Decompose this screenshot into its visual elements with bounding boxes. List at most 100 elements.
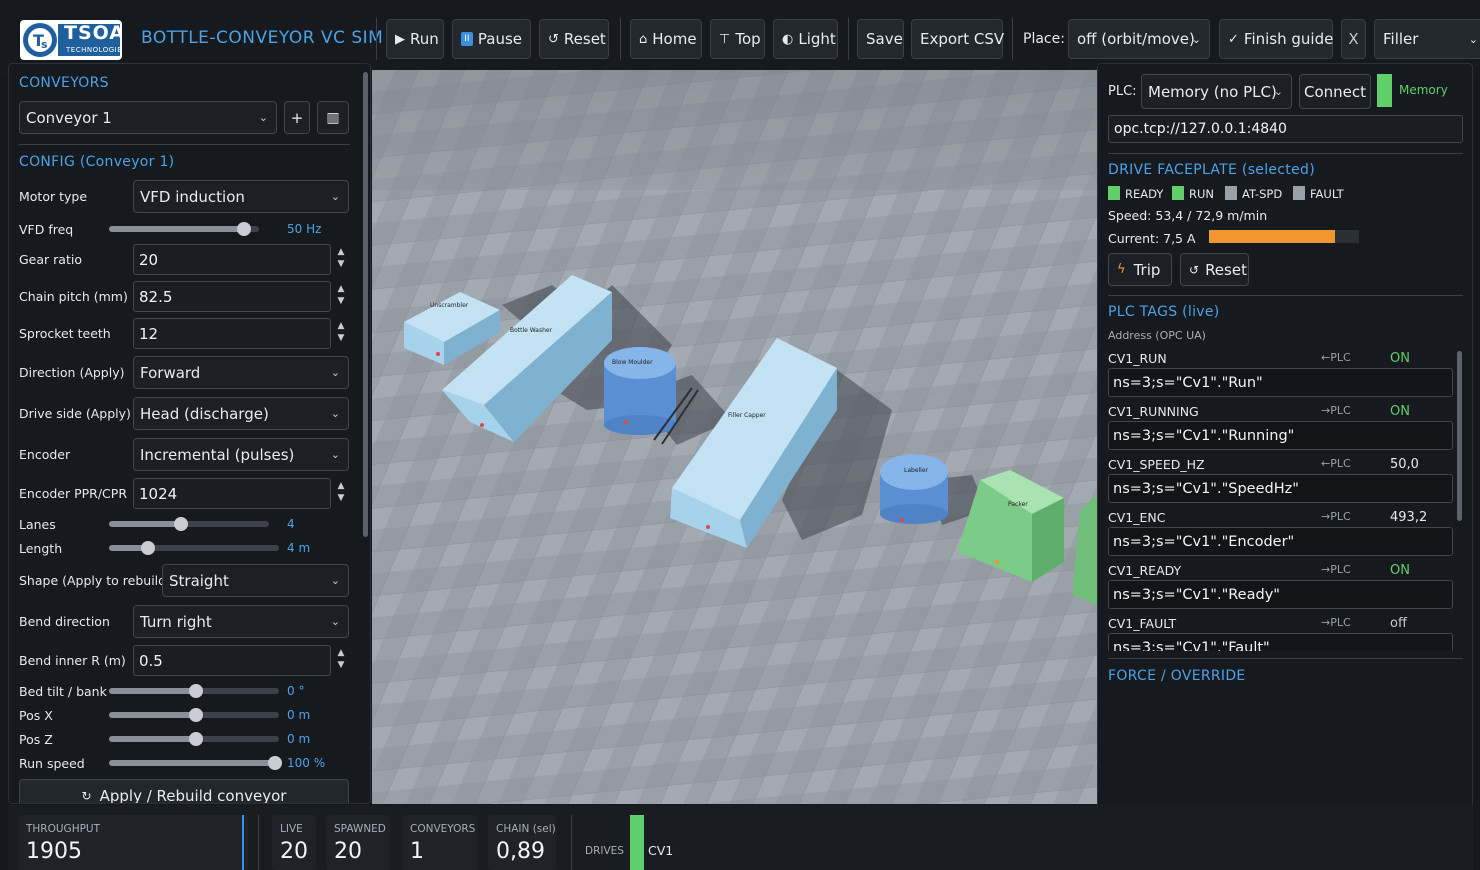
slider-handle[interactable] [268,756,282,770]
pos-x-slider[interactable] [109,708,279,722]
sprocket-teeth-input[interactable]: 12 [133,318,331,349]
pause-button[interactable]: II Pause [452,19,531,59]
drives-label: DRIVES [585,845,624,857]
connect-button[interactable]: Connect [1299,74,1371,109]
left-panel-scrollbar[interactable] [363,72,368,537]
pos-x-label: Pos X [19,708,53,723]
motor-type-value: VFD induction [140,187,245,206]
drive-side-select[interactable]: Head (discharge) ⌄ [133,397,349,430]
divider [1108,658,1463,659]
save-label: Save [866,30,903,48]
bend-radius-label: Bend inner R (m) [19,653,126,668]
machine-label: Packer [1008,501,1028,508]
tags-scrollbar[interactable] [1457,351,1462,521]
gear-ratio-stepper[interactable]: ▲ ▼ [335,246,347,270]
spawned-stat: SPAWNED 20 [326,815,390,870]
pos-x-value: 0 m [287,708,311,722]
plus-icon: + [290,108,304,127]
conveyors-value: 1 [410,839,424,864]
run-button[interactable]: ▶ Run [386,19,444,59]
conveyors-stat: CONVEYORS 1 [402,815,478,870]
delete-conveyor-button[interactable]: ▥ [317,101,349,134]
play-icon: ▶ [395,31,405,47]
top-view-button[interactable]: ⊤ Top [710,19,765,59]
vfd-freq-label: VFD freq [19,222,74,237]
slider-handle[interactable] [237,222,251,236]
bed-tilt-slider[interactable] [109,684,279,698]
lanes-slider[interactable] [109,517,269,531]
opc-endpoint-input[interactable]: opc.tcp://127.0.0.1:4840 [1108,115,1463,143]
machine-labeller[interactable]: Labeller [880,454,948,524]
reset-icon: ↺ [548,31,559,47]
reset-button[interactable]: ↺ Reset [539,19,609,59]
save-button[interactable]: Save [857,19,904,59]
length-slider[interactable] [109,541,279,555]
encoder-ppr-input[interactable]: 1024 [133,478,331,509]
tag-direction: →PLC [1321,404,1351,417]
slider-handle[interactable] [188,732,203,746]
encoder-ppr-stepper[interactable]: ▲ ▼ [335,480,347,504]
slider-handle[interactable] [174,517,188,531]
plc-select[interactable]: Memory (no PLC) ⌄ [1141,74,1292,109]
chain-pitch-input[interactable]: 82.5 [133,281,331,312]
slider-handle[interactable] [188,708,203,722]
bend-radius-stepper[interactable]: ▲ ▼ [335,647,347,671]
export-csv-button[interactable]: Export CSV [911,19,1004,59]
direction-select[interactable]: Forward ⌄ [133,356,349,389]
live-stat: LIVE 20 [272,815,316,870]
length-label: Length [19,541,63,556]
slider-handle[interactable] [141,541,156,555]
tag-address-input[interactable]: ns=3;s="Cv1"."Ready" [1108,580,1453,609]
tag-address-input[interactable]: ns=3;s="Cv1"."Running" [1108,421,1453,450]
home-icon: ⌂ [639,31,648,47]
bend-direction-label: Bend direction [19,614,110,629]
status-bar: THROUGHPUT 1905 LIVE 20 SPAWNED 20 CONVE… [8,805,1473,870]
plc-select-value: Memory (no PLC) [1148,82,1277,101]
3d-viewport[interactable]: Unscrambler Bottle Washer Blow Moulder F… [372,70,1097,804]
sprocket-teeth-stepper[interactable]: ▲ ▼ [335,320,347,344]
bend-direction-select[interactable]: Turn right ⌄ [133,605,349,638]
home-view-button[interactable]: ⌂ Home [630,19,702,59]
tag-address-input[interactable]: ns=3;s="Cv1"."Fault" [1108,633,1453,651]
finish-guide-button[interactable]: ✓ Finish guide [1219,19,1333,59]
drive-reset-button[interactable]: ↺ Reset [1180,253,1249,286]
gear-ratio-input[interactable]: 20 [133,244,331,275]
drive-name[interactable]: CV1 [648,843,673,858]
place-mode-select[interactable]: off (orbit/move) ⌄ [1068,19,1210,59]
tag-address-input[interactable]: ns=3;s="Cv1"."Run" [1108,368,1453,397]
chain-value: 0,89 [496,839,545,864]
motor-type-label: Motor type [19,189,88,204]
encoder-value: Incremental (pulses) [140,445,295,464]
status-led-label: AT-SPD [1242,187,1283,201]
tag-value: 493,2 [1390,510,1428,525]
vfd-freq-slider[interactable] [109,222,259,236]
add-conveyor-button[interactable]: + [284,101,310,134]
drive-status-led [630,815,644,870]
rebuild-icon: ↻ [81,789,92,803]
machine-type-select[interactable]: Filler ⌄ [1374,19,1480,59]
bend-radius-input[interactable]: 0.5 [133,645,331,676]
throughput-sparkline [242,815,244,870]
tag-address-input[interactable]: ns=3;s="Cv1"."Encoder" [1108,527,1453,556]
tag-address-input[interactable]: ns=3;s="Cv1"."SpeedHz" [1108,474,1453,503]
pos-z-slider[interactable] [109,732,279,746]
run-speed-slider[interactable] [109,756,282,770]
chevron-down-icon: ⌄ [330,615,340,628]
apply-rebuild-button[interactable]: ↻ Apply / Rebuild conveyor [19,779,349,803]
motor-type-select[interactable]: VFD induction ⌄ [133,180,349,213]
reset-label: Reset [563,30,606,48]
encoder-select[interactable]: Incremental (pulses) ⌄ [133,438,349,471]
tag-direction: →PLC [1321,563,1351,576]
close-guide-button[interactable]: X [1341,19,1366,59]
machine-label: Blow Moulder [612,359,653,366]
shape-select[interactable]: Straight ⌄ [162,564,349,597]
chevron-down-icon: ⌄ [330,190,340,203]
chevron-down-icon: ⌄ [258,111,268,124]
light-toggle-button[interactable]: ◐ Light [773,19,838,59]
chain-pitch-stepper[interactable]: ▲ ▼ [335,283,347,307]
slider-handle[interactable] [188,684,203,698]
conveyor-select[interactable]: Conveyor 1 ⌄ [19,101,277,134]
trip-button[interactable]: ϟ Trip [1108,253,1172,286]
sprocket-teeth-label: Sprocket teeth [19,326,111,341]
drive-side-label: Drive side (Apply) [19,406,131,421]
